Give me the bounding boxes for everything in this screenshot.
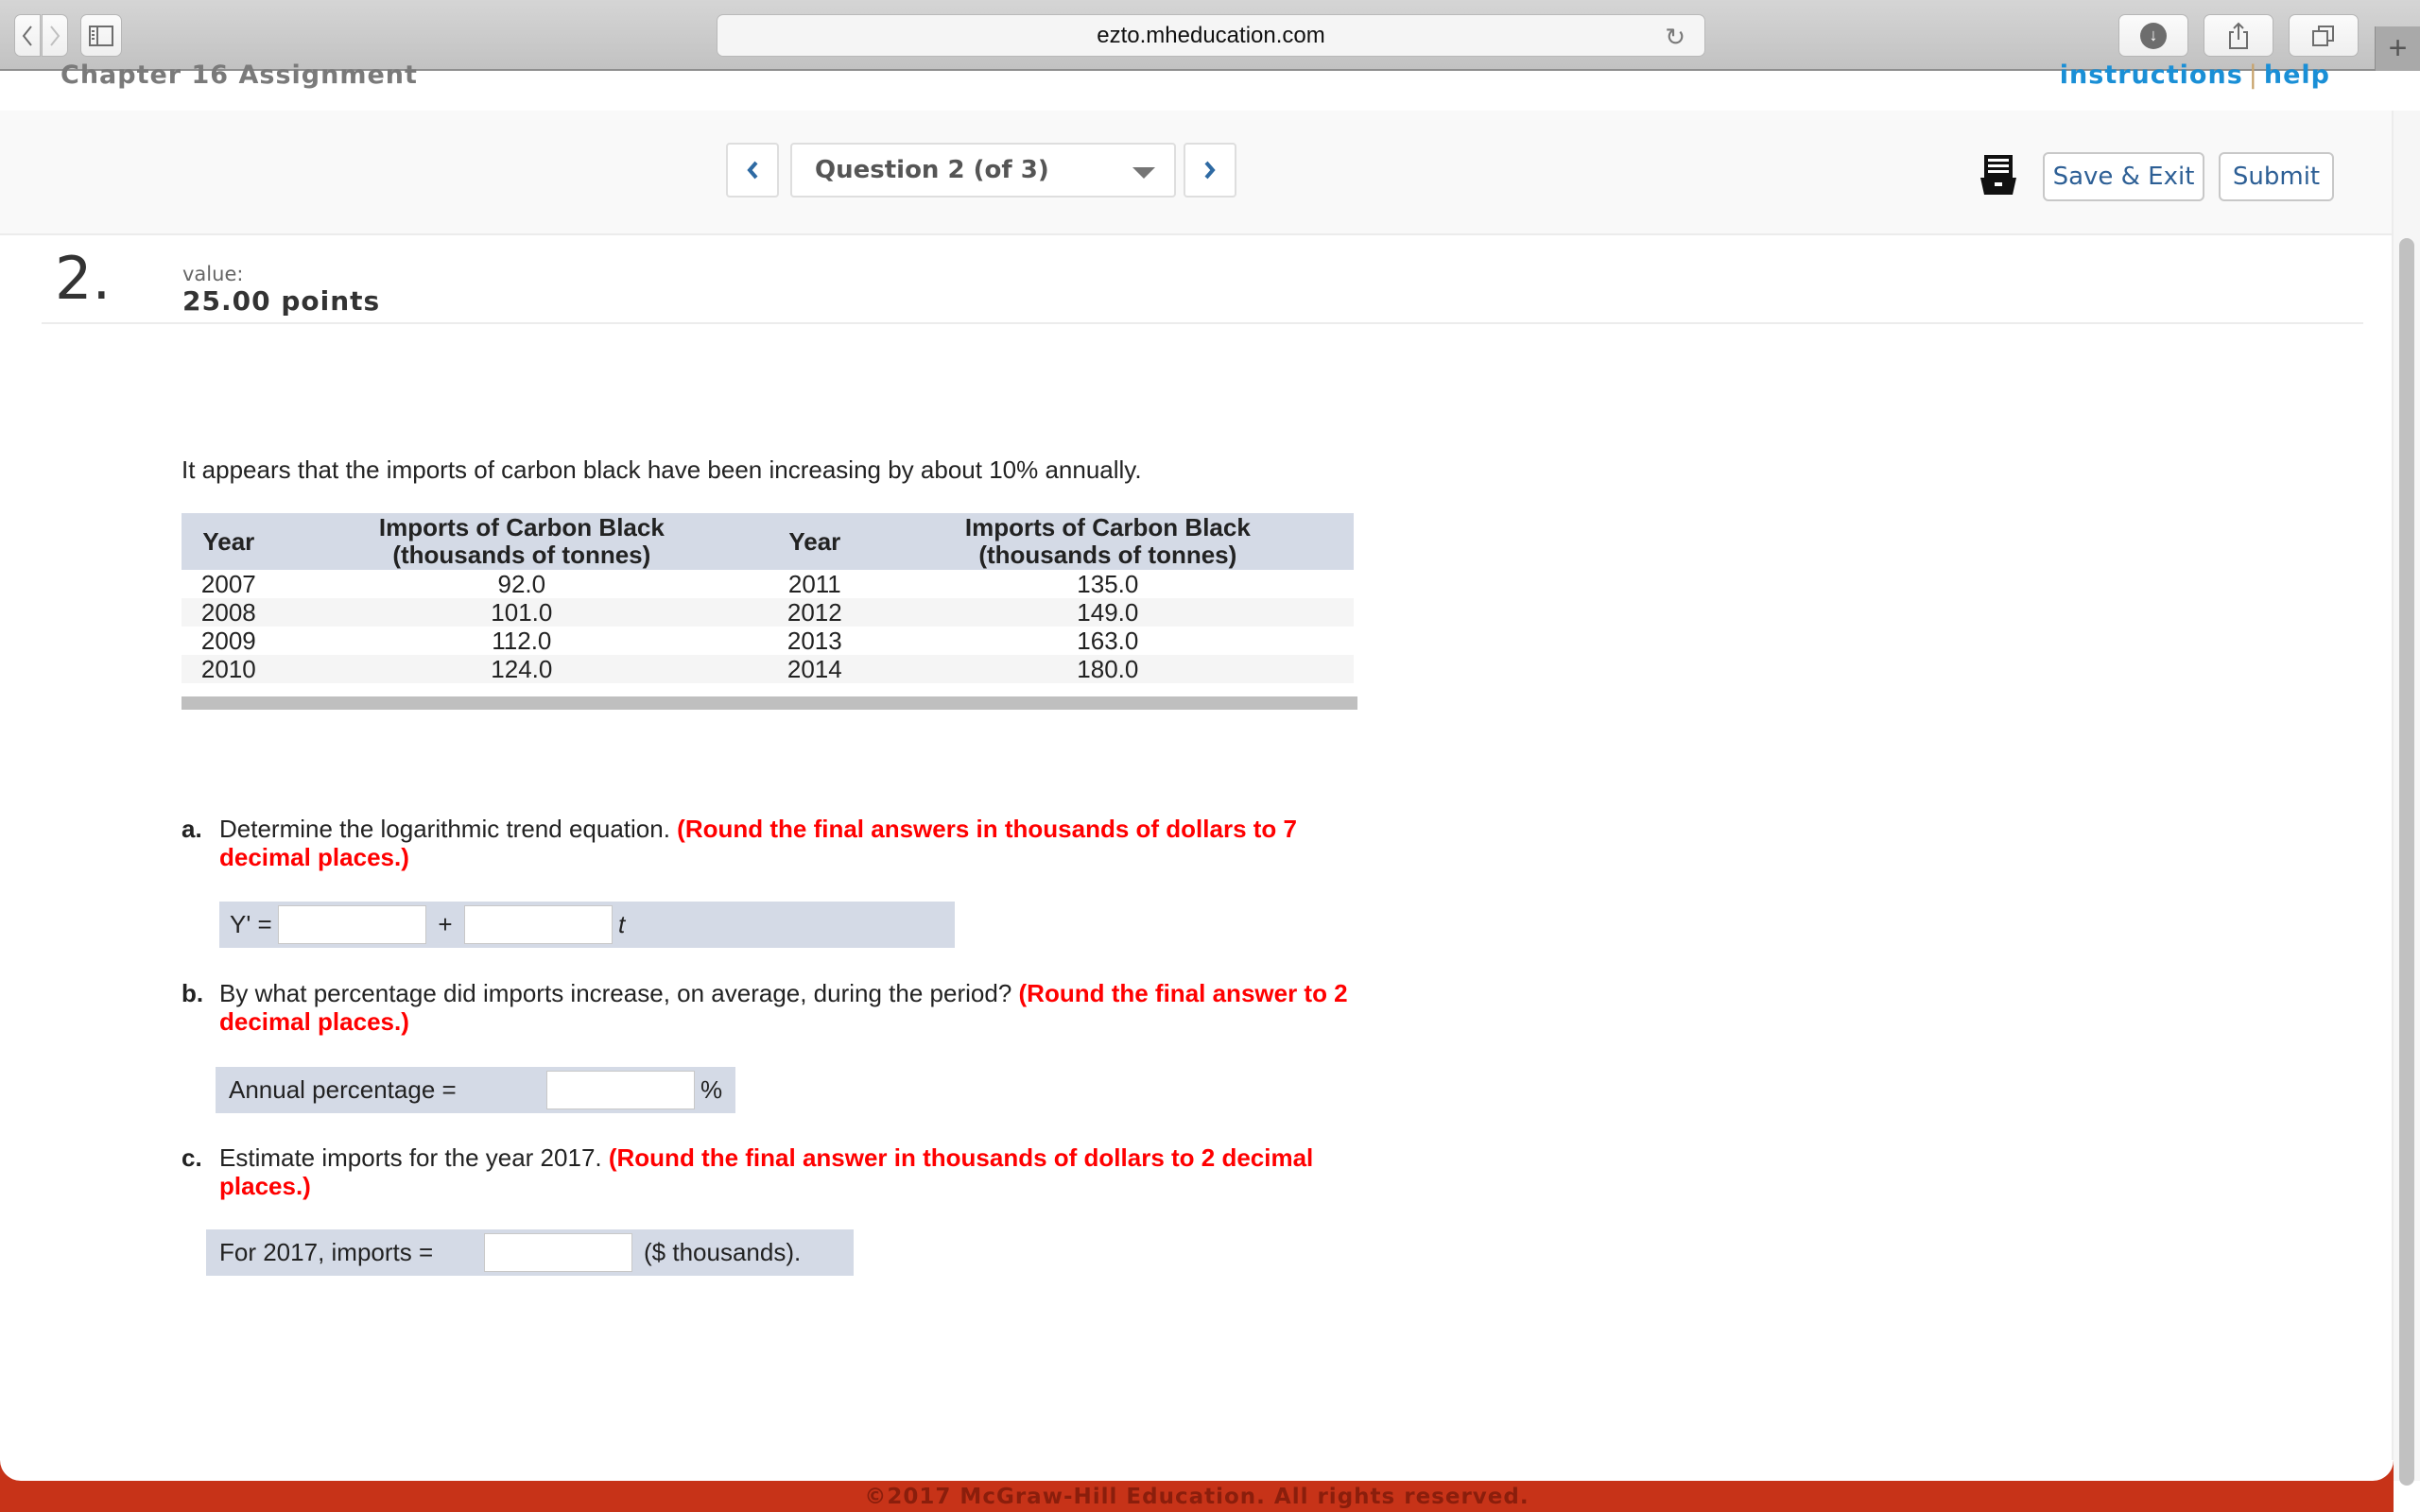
part-b-text: By what percentage did imports increase,… — [219, 979, 1019, 1007]
sidebar-button[interactable] — [80, 14, 122, 57]
table-header-row: Year Imports of Carbon Black (thousands o… — [182, 513, 1354, 570]
intercept-input[interactable] — [278, 905, 426, 944]
footer-corner — [0, 1460, 21, 1481]
chevron-right-icon — [1204, 161, 1216, 180]
header-imports-line2: (thousands of tonnes) — [978, 541, 1237, 569]
tabs-icon — [2312, 25, 2334, 46]
imports-cell: 135.0 — [1077, 570, 1139, 598]
part-c-answer-row: For 2017, imports = ($ thousands). — [206, 1229, 854, 1276]
table-row: 2008 101.0 2012 149.0 — [182, 598, 1354, 627]
imports-2017-label: For 2017, imports = — [219, 1238, 434, 1266]
imports-table: Year Imports of Carbon Black (thousands o… — [182, 513, 1354, 683]
address-bar[interactable]: ezto.mheducation.com ↻ — [717, 14, 1705, 57]
part-a-text: Determine the logarithmic trend equation… — [219, 815, 678, 843]
footer: ©2017 McGraw-Hill Education. All rights … — [0, 1481, 2394, 1512]
part-letter: a. — [182, 815, 202, 843]
year-cell: 2009 — [200, 627, 256, 655]
plus-icon: + — [2388, 30, 2408, 66]
caret-down-icon — [1132, 167, 1155, 179]
question-intro: It appears that the imports of carbon bl… — [182, 455, 1142, 484]
assignment-title: Chapter 16 Assignment — [60, 60, 418, 90]
previous-question-button[interactable] — [726, 143, 779, 198]
submit-button[interactable]: Submit — [2219, 152, 2334, 201]
divider — [42, 322, 2363, 324]
share-icon — [2229, 22, 2248, 49]
percent-sign: % — [700, 1075, 723, 1104]
table-bottom-rule — [182, 696, 1357, 710]
header-imports: Imports of Carbon Black (thousands of ton… — [275, 513, 768, 570]
question-points: 25.00 points — [182, 285, 381, 317]
part-a-answer-row: Y' = + t — [219, 902, 955, 948]
question-value-label: value: — [182, 263, 244, 285]
imports-cell: 101.0 — [275, 598, 768, 627]
reload-icon[interactable]: ↻ — [1665, 23, 1685, 52]
part-c-text: Estimate imports for the year 2017. — [219, 1143, 609, 1172]
part-letter: c. — [182, 1143, 202, 1172]
annual-percentage-input[interactable] — [546, 1071, 695, 1109]
equation-prefix: Y' = — [230, 910, 272, 938]
imports-cell: 124.0 — [275, 655, 768, 683]
chevron-left-icon — [747, 161, 758, 180]
header-links: instructions | help — [2060, 60, 2330, 90]
part-c-prompt: c. Estimate imports for the year 2017. (… — [182, 1143, 1373, 1200]
question-selector-label: Question 2 (of 3) — [815, 156, 1049, 184]
table-row: 2007 92.0 2011 135.0 — [182, 570, 1354, 598]
download-icon: ↓ — [2140, 22, 2167, 49]
slope-input[interactable] — [464, 905, 613, 944]
plus-sign: + — [438, 910, 453, 938]
tabs-button[interactable] — [2289, 14, 2359, 57]
part-a-prompt: a. Determine the logarithmic trend equat… — [182, 815, 1373, 871]
back-button[interactable] — [14, 14, 41, 57]
annual-percentage-label: Annual percentage = — [229, 1075, 457, 1104]
print-icon[interactable] — [1980, 155, 2016, 195]
year-cell: 2011 — [787, 570, 841, 598]
chevron-right-icon — [50, 25, 60, 46]
header-imports-line1: Imports of Carbon Black — [964, 513, 1251, 541]
part-b-answer-row: Annual percentage = % — [216, 1067, 735, 1113]
scrollbar-thumb[interactable] — [2399, 238, 2414, 1486]
table-row: 2009 112.0 2013 163.0 — [182, 627, 1354, 655]
year-cell: 2013 — [786, 627, 842, 655]
year-cell: 2014 — [767, 655, 862, 683]
next-question-button[interactable] — [1184, 143, 1236, 198]
imports-cell: 92.0 — [497, 570, 546, 598]
part-b-prompt: b. By what percentage did imports increa… — [182, 979, 1373, 1036]
new-tab-button[interactable]: + — [2375, 26, 2420, 71]
imports-cell: 149.0 — [861, 598, 1354, 627]
thousands-unit: ($ thousands). — [644, 1238, 802, 1266]
question-selector-dropdown[interactable]: Question 2 (of 3) — [790, 143, 1176, 198]
chevron-left-icon — [22, 25, 32, 46]
header-year: Year — [182, 513, 276, 570]
year-cell: 2012 — [767, 598, 862, 627]
help-link[interactable]: help — [2264, 60, 2330, 90]
header-imports-line1: Imports of Carbon Black — [378, 513, 665, 541]
imports-cell: 180.0 — [861, 655, 1354, 683]
instructions-link[interactable]: instructions — [2060, 60, 2243, 90]
year-cell: 2008 — [182, 598, 276, 627]
share-button[interactable] — [2204, 14, 2273, 57]
header-year: Year — [767, 513, 862, 570]
link-separator: | — [2248, 60, 2258, 90]
imports-cell: 112.0 — [492, 627, 552, 655]
part-letter: b. — [182, 979, 204, 1007]
url-text: ezto.mheducation.com — [1097, 22, 1325, 48]
table-row: 2010 124.0 2014 180.0 — [182, 655, 1354, 683]
t-variable: t — [618, 910, 626, 938]
year-cell: 2010 — [182, 655, 276, 683]
year-cell: 2007 — [200, 570, 256, 598]
question-number: 2. — [55, 244, 112, 313]
footer-corner — [2373, 1460, 2394, 1481]
header-imports: Imports of Carbon Black (thousands of ton… — [861, 513, 1354, 570]
header-imports-line2: (thousands of tonnes) — [392, 541, 651, 569]
sidebar-icon — [89, 25, 113, 46]
forward-button[interactable] — [42, 14, 68, 57]
imports-cell: 163.0 — [1077, 627, 1139, 655]
save-and-exit-button[interactable]: Save & Exit — [2043, 152, 2204, 201]
downloads-button[interactable]: ↓ — [2118, 14, 2188, 57]
imports-2017-input[interactable] — [484, 1233, 632, 1272]
copyright-text: ©2017 McGraw-Hill Education. All rights … — [864, 1484, 1530, 1509]
